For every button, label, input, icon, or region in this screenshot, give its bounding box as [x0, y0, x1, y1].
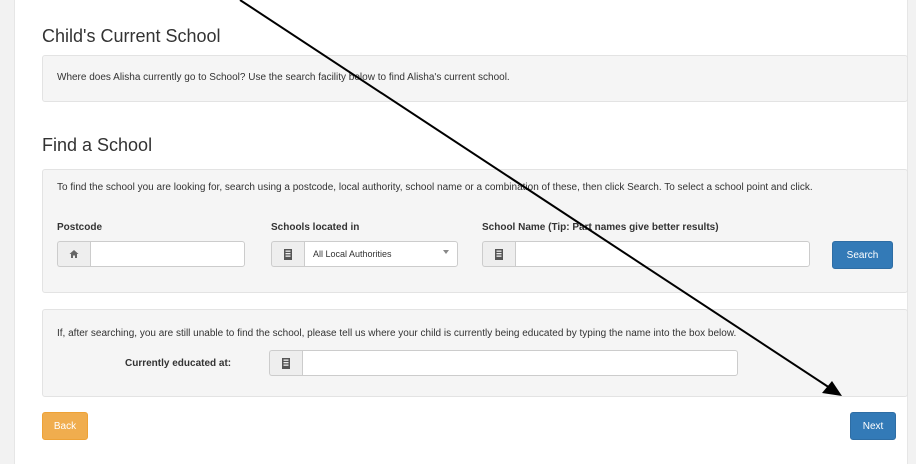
arrow-head-icon	[822, 381, 842, 396]
annotation-arrow	[239, 0, 842, 396]
annotation-arrow-line	[239, 0, 834, 391]
